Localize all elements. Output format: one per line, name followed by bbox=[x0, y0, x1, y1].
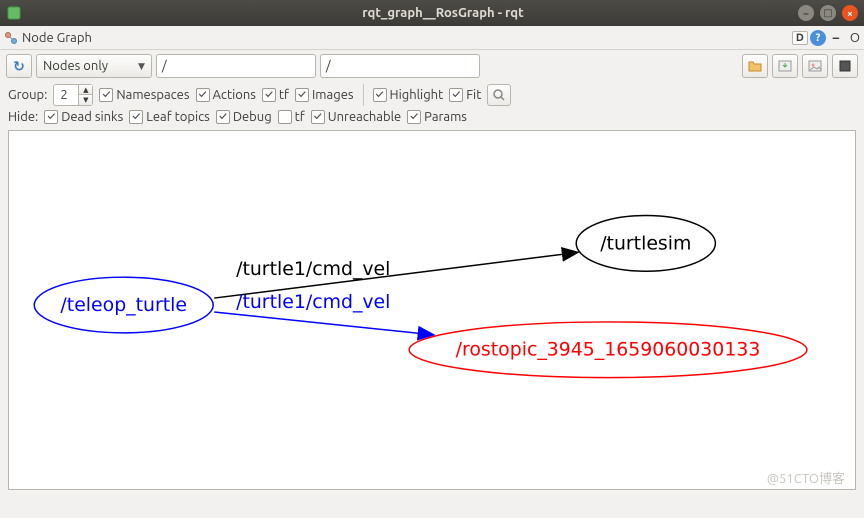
collapse-button[interactable]: – bbox=[828, 30, 844, 46]
leaf-topics-label: Leaf topics bbox=[146, 110, 210, 124]
fit-label: Fit bbox=[466, 88, 481, 102]
debug-label: Debug bbox=[233, 110, 272, 124]
filter1-value: / bbox=[162, 59, 167, 73]
open-button[interactable] bbox=[742, 54, 768, 78]
tf-hide-checkbox[interactable]: tf bbox=[278, 110, 305, 124]
filter2-input[interactable]: / bbox=[320, 54, 480, 78]
save-button[interactable] bbox=[772, 54, 798, 78]
divider bbox=[363, 84, 364, 106]
menubar: Node Graph D ? – O bbox=[0, 26, 864, 50]
mode-combo[interactable]: Nodes only ▼ bbox=[36, 54, 152, 78]
hide-label: Hide: bbox=[8, 110, 38, 124]
unreachable-checkbox[interactable]: ✓Unreachable bbox=[311, 110, 401, 124]
image-icon bbox=[807, 58, 823, 74]
images-checkbox[interactable]: ✓Images bbox=[295, 88, 354, 102]
app-icon bbox=[6, 5, 22, 21]
minimize-button[interactable]: – bbox=[798, 5, 814, 21]
unreachable-label: Unreachable bbox=[328, 110, 401, 124]
fit-checkbox[interactable]: ✓Fit bbox=[449, 88, 481, 102]
namespaces-label: Namespaces bbox=[116, 88, 189, 102]
o-label: O bbox=[850, 31, 860, 45]
titlebar: rqt_graph__RosGraph - rqt – □ × bbox=[0, 0, 864, 26]
dead-sinks-checkbox[interactable]: ✓Dead sinks bbox=[44, 110, 123, 124]
dead-sinks-label: Dead sinks bbox=[61, 110, 123, 124]
actions-label: Actions bbox=[213, 88, 256, 102]
debug-checkbox[interactable]: ✓Debug bbox=[216, 110, 272, 124]
node-turtlesim-label: /turtlesim bbox=[600, 232, 691, 254]
mode-combo-value: Nodes only bbox=[43, 59, 108, 73]
namespaces-checkbox[interactable]: ✓Namespaces bbox=[99, 88, 189, 102]
refresh-button[interactable]: ↻ bbox=[6, 54, 32, 78]
d-badge[interactable]: D bbox=[792, 31, 808, 45]
maximize-button[interactable]: □ bbox=[820, 5, 836, 21]
images-label: Images bbox=[312, 88, 354, 102]
node-teleop-turtle-label: /teleop_turtle bbox=[60, 294, 187, 316]
fit-button[interactable] bbox=[832, 54, 858, 78]
tf-hide-label: tf bbox=[295, 110, 305, 124]
edge-label-1: /turtle1/cmd_vel bbox=[236, 258, 390, 280]
folder-icon bbox=[747, 58, 763, 74]
hide-row: Hide: ✓Dead sinks ✓Leaf topics ✓Debug tf… bbox=[0, 108, 864, 126]
help-button[interactable]: ? bbox=[810, 30, 826, 46]
tf-group-label: tf bbox=[279, 88, 289, 102]
group-row: Group: 2 ▲ ▼ ✓Namespaces ✓Actions ✓tf ✓I… bbox=[0, 82, 864, 108]
node-rostopic-label: /rostopic_3945_1659060030133 bbox=[456, 339, 761, 361]
group-spinner-value: 2 bbox=[60, 88, 67, 102]
params-label: Params bbox=[424, 110, 467, 124]
actions-checkbox[interactable]: ✓Actions bbox=[196, 88, 256, 102]
filter1-input[interactable]: / bbox=[156, 54, 316, 78]
highlight-label: Highlight bbox=[390, 88, 444, 102]
filter2-value: / bbox=[326, 59, 331, 73]
toolbar: ↻ Nodes only ▼ / / bbox=[0, 50, 864, 82]
zoom-button[interactable] bbox=[487, 84, 511, 106]
spin-down-icon[interactable]: ▼ bbox=[78, 95, 92, 105]
graph-canvas[interactable]: /turtle1/cmd_vel /turtle1/cmd_vel /teleo… bbox=[8, 130, 856, 490]
export-button[interactable] bbox=[802, 54, 828, 78]
window-title: rqt_graph__RosGraph - rqt bbox=[22, 6, 864, 20]
group-spinner[interactable]: 2 ▲ ▼ bbox=[53, 84, 93, 106]
panel-title: Node Graph bbox=[22, 31, 92, 45]
zoom-icon bbox=[491, 87, 507, 103]
edge-teleop-rostopic[interactable] bbox=[214, 312, 434, 335]
highlight-checkbox[interactable]: ✓Highlight bbox=[373, 88, 444, 102]
graph-svg: /turtle1/cmd_vel /turtle1/cmd_vel /teleo… bbox=[9, 131, 855, 489]
tf-group-checkbox[interactable]: ✓tf bbox=[262, 88, 289, 102]
node-graph-icon bbox=[4, 31, 18, 45]
group-label: Group: bbox=[8, 88, 47, 102]
close-button[interactable]: × bbox=[842, 5, 858, 21]
params-checkbox[interactable]: ✓Params bbox=[407, 110, 467, 124]
spin-up-icon[interactable]: ▲ bbox=[78, 85, 92, 95]
refresh-icon: ↻ bbox=[13, 58, 25, 75]
watermark: @51CTO博客 bbox=[767, 468, 845, 487]
leaf-topics-checkbox[interactable]: ✓Leaf topics bbox=[129, 110, 210, 124]
fit-icon bbox=[837, 58, 853, 74]
edge-label-2: /turtle1/cmd_vel bbox=[236, 291, 390, 313]
save-icon bbox=[777, 58, 793, 74]
chevron-down-icon: ▼ bbox=[138, 61, 145, 72]
